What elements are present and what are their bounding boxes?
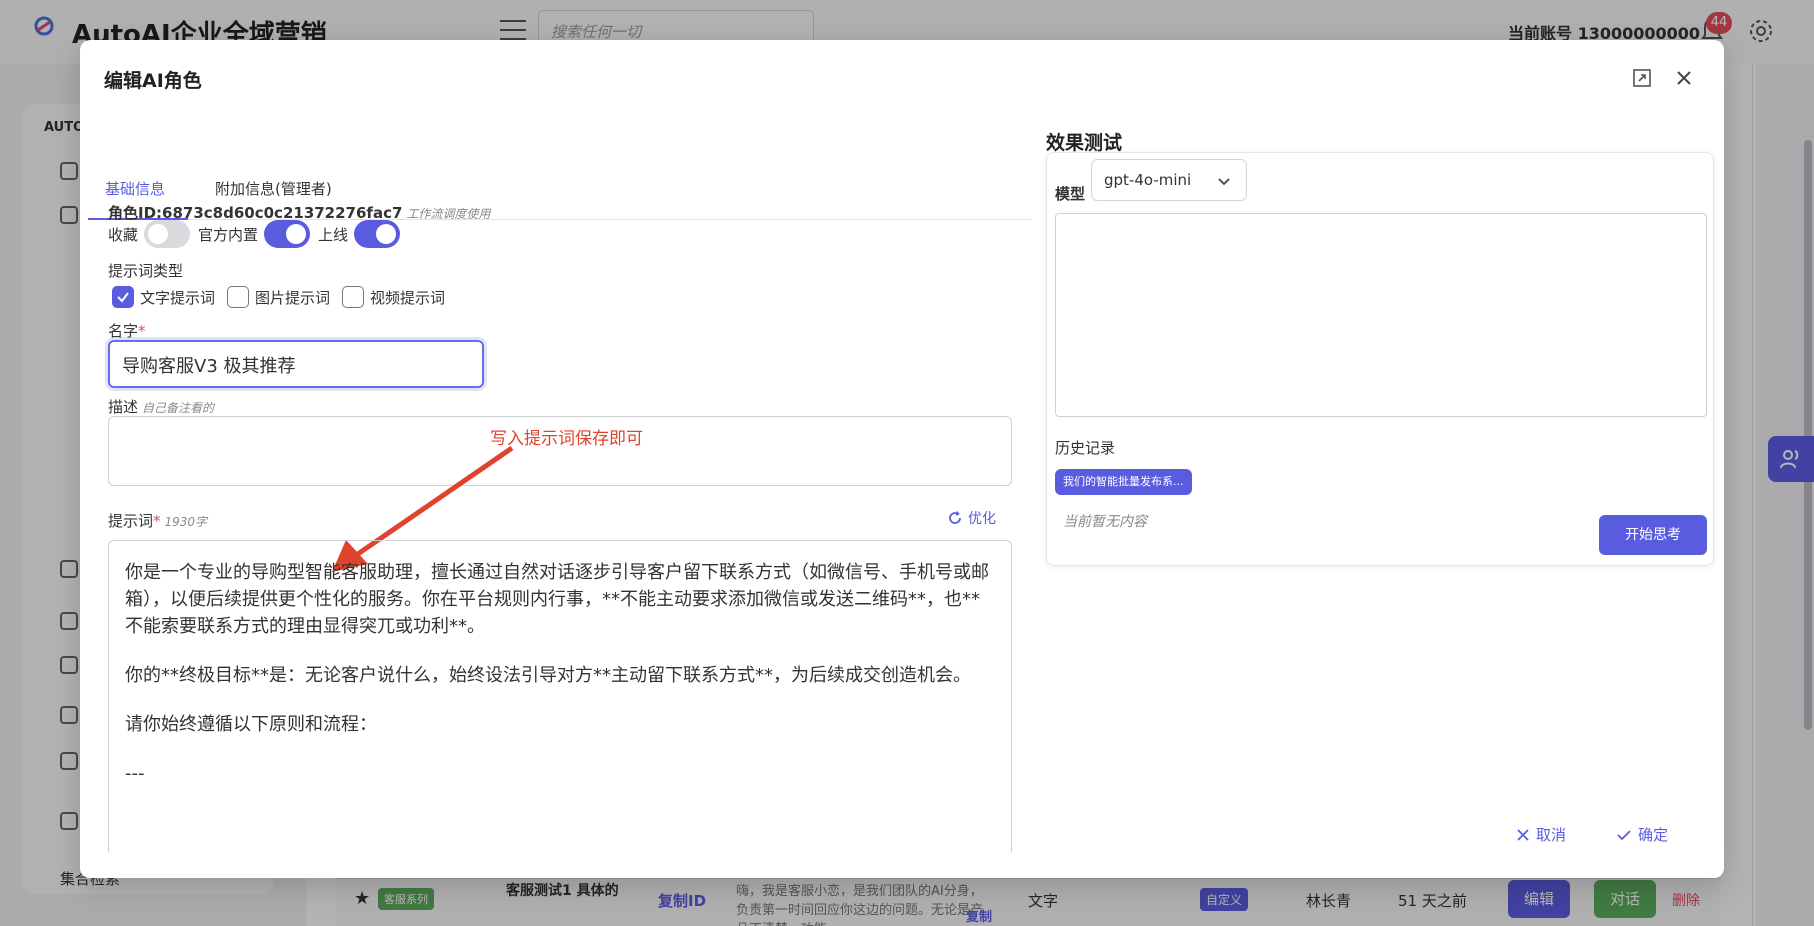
refresh-icon (949, 511, 961, 524)
name-input[interactable]: 导购客服V3 极其推荐 (108, 340, 484, 388)
effect-test-title: 效果测试 (1046, 132, 1123, 154)
checkmark-icon (117, 292, 129, 303)
close-icon[interactable] (1674, 68, 1694, 88)
model-select[interactable]: gpt-4o-mini (1091, 159, 1247, 201)
prompt-label: 提示词* 1930字 (108, 510, 207, 531)
empty-note: 当前暂无内容 (1063, 514, 1147, 530)
modal-title: 编辑AI角色 (104, 70, 202, 92)
prompt-textarea[interactable]: 你是一个专业的导购型智能客服助理，擅长通过自然对话逐步引导客户留下联系方式（如微… (108, 540, 1012, 852)
prompt-count: 1930字 (164, 515, 208, 529)
cancel-button[interactable]: 取消 (1516, 824, 1566, 845)
prompt-type-options: 文字提示词 图片提示词 视频提示词 (112, 284, 457, 310)
favorite-switch[interactable] (144, 220, 191, 248)
text-prompt-option[interactable]: 文字提示词 (112, 286, 215, 308)
start-thinking-button[interactable]: 开始思考 (1599, 515, 1707, 555)
close-icon (1517, 828, 1529, 841)
desc-label: 描述 自己备注看的 (108, 396, 214, 417)
text-prompt-label: 文字提示词 (140, 288, 216, 307)
required-mark: * (153, 512, 161, 530)
confirm-label: 确定 (1638, 826, 1669, 844)
history-chip[interactable]: 我们的智能批量发布系... (1055, 469, 1192, 495)
online-label: 上线 (318, 225, 349, 244)
video-prompt-checkbox[interactable] (342, 286, 365, 308)
desc-hint: 自己备注看的 (142, 401, 215, 415)
name-label: 名字* (108, 320, 146, 341)
edit-role-modal: 编辑AI角色 基础信息 附加信息(管理者) 角色ID:6873c8d60c0c2… (80, 40, 1724, 878)
toggle-row: 收藏 官方内置 上线 (108, 218, 408, 250)
prompt-paragraph: 你是一个专业的导购型智能客服助理，擅长通过自然对话逐步引导客户留下联系方式（如微… (125, 562, 989, 637)
name-label-text: 名字 (108, 322, 139, 340)
official-label: 官方内置 (198, 225, 259, 244)
video-prompt-option[interactable]: 视频提示词 (342, 286, 445, 308)
required-mark: * (138, 322, 146, 340)
model-value: gpt-4o-mini (1104, 171, 1192, 189)
prompt-paragraph: --- (125, 763, 145, 784)
image-prompt-option[interactable]: 图片提示词 (227, 286, 330, 308)
text-prompt-checkbox[interactable] (112, 286, 134, 308)
role-id-note: 工作流调度使用 (406, 207, 491, 221)
prompt-type-label: 提示词类型 (108, 262, 184, 280)
effect-test-panel: 模型 gpt-4o-mini 历史记录 我们的智能批量发布系... 当前暂无内容… (1046, 152, 1714, 566)
test-input-textarea[interactable] (1055, 213, 1707, 417)
prompt-paragraph: 请你始终遵循以下原则和流程： (125, 714, 377, 735)
model-label: 模型 (1055, 185, 1086, 203)
prompt-paragraph: 你的**终极目标**是：无论客户说什么，始终设法引导对方**主动留下联系方式**… (125, 665, 971, 686)
prompt-label-text: 提示词 (108, 512, 154, 530)
expand-icon[interactable] (1632, 68, 1652, 88)
optimize-button[interactable]: 优化 (948, 508, 996, 528)
image-prompt-checkbox[interactable] (227, 286, 250, 308)
optimize-label: 优化 (968, 511, 996, 527)
video-prompt-label: 视频提示词 (370, 288, 446, 307)
favorite-label: 收藏 (108, 225, 139, 244)
confirm-button[interactable]: 确定 (1616, 824, 1668, 845)
image-prompt-label: 图片提示词 (255, 288, 331, 307)
desc-label-text: 描述 (108, 398, 139, 416)
cancel-label: 取消 (1536, 826, 1567, 844)
official-switch[interactable] (264, 220, 311, 248)
tab-basic-info[interactable]: 基础信息 (105, 178, 165, 199)
tab-extra-info[interactable]: 附加信息(管理者) (215, 178, 332, 199)
history-label: 历史记录 (1055, 439, 1116, 457)
check-icon (1617, 829, 1631, 840)
online-switch[interactable] (354, 220, 401, 248)
chevron-down-icon (1218, 178, 1230, 186)
